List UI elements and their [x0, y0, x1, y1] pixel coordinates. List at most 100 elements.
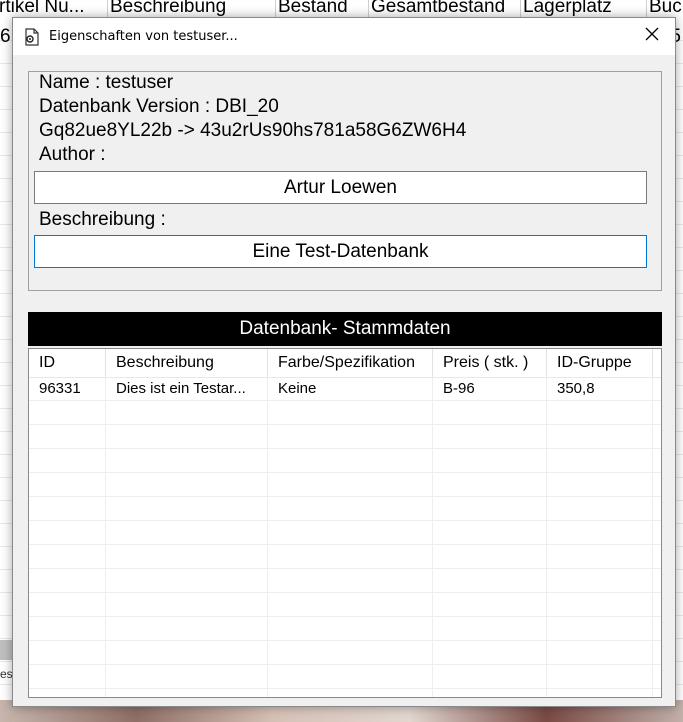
empty-cell: [29, 689, 106, 697]
column-header-id[interactable]: ID: [29, 349, 106, 377]
empty-cell: [547, 569, 653, 592]
column-header-preis[interactable]: Preis ( stk. ): [433, 349, 547, 377]
dialog-titlebar[interactable]: Eigenschaften von testuser...: [13, 18, 675, 55]
name-line: Name : testuser: [39, 72, 174, 93]
empty-cell: [29, 401, 106, 424]
empty-cell: [547, 473, 653, 496]
column-header-beschreibung[interactable]: Beschreibung: [106, 349, 268, 377]
empty-table-row: [29, 473, 661, 497]
empty-cell: [268, 689, 433, 697]
close-button[interactable]: [629, 18, 675, 55]
dialog-title: Eigenschaften von testuser...: [49, 29, 238, 44]
cell-beschreibung[interactable]: Dies ist ein Testar...: [106, 377, 268, 400]
empty-table-row: [29, 689, 661, 697]
empty-cell: [106, 641, 268, 664]
empty-cell: [29, 641, 106, 664]
empty-cell: [106, 569, 268, 592]
empty-cell: [29, 449, 106, 472]
empty-cell: [268, 665, 433, 688]
background-scrollbar[interactable]: [0, 640, 12, 660]
empty-cell: [547, 545, 653, 568]
empty-cell: [29, 569, 106, 592]
cell-id-gruppe[interactable]: 350,8: [547, 377, 653, 400]
close-icon: [645, 27, 659, 46]
empty-cell: [433, 665, 547, 688]
cell-id[interactable]: 96331: [29, 377, 106, 400]
bg-column-gesamtbestand[interactable]: Gesamtbestand: [368, 0, 505, 18]
empty-cell: [547, 593, 653, 616]
empty-cell: [106, 545, 268, 568]
properties-document-icon: [24, 28, 40, 46]
bg-column-buc[interactable]: Buc: [646, 0, 682, 18]
empty-cell: [29, 665, 106, 688]
bg-column-artikel[interactable]: rtikel Nu...: [0, 0, 85, 18]
column-header-farbe[interactable]: Farbe/Spezifikation: [268, 349, 433, 377]
empty-cell: [106, 425, 268, 448]
table-header-row: ID Beschreibung Farbe/Spezifikation Prei…: [29, 349, 661, 378]
empty-cell: [433, 545, 547, 568]
empty-cell: [29, 593, 106, 616]
empty-cell: [547, 521, 653, 544]
empty-cell: [29, 545, 106, 568]
bg-column-lagerplatz[interactable]: Lagerplatz: [520, 0, 612, 18]
empty-table-row: [29, 449, 661, 473]
version-line: Datenbank Version : DBI_20: [39, 96, 279, 117]
empty-cell: [547, 497, 653, 520]
empty-cell: [433, 641, 547, 664]
empty-table-row: [29, 545, 661, 569]
empty-cell: [106, 521, 268, 544]
empty-cell: [268, 593, 433, 616]
empty-cell: [268, 569, 433, 592]
empty-table-row: [29, 425, 661, 449]
empty-cell: [106, 689, 268, 697]
empty-cell: [547, 401, 653, 424]
empty-cell: [268, 641, 433, 664]
empty-table-row: [29, 617, 661, 641]
empty-cell: [29, 473, 106, 496]
empty-cell: [433, 569, 547, 592]
empty-cell: [433, 473, 547, 496]
empty-table-row: [29, 497, 661, 521]
cell-farbe[interactable]: Keine: [268, 377, 433, 400]
empty-cell: [106, 473, 268, 496]
cell-preis[interactable]: B-96: [433, 377, 547, 400]
description-field[interactable]: Eine Test-Datenbank: [34, 235, 647, 268]
empty-cell: [29, 497, 106, 520]
empty-cell: [268, 449, 433, 472]
empty-cell: [433, 401, 547, 424]
empty-cell: [268, 401, 433, 424]
empty-cell: [106, 449, 268, 472]
stammdaten-header: Datenbank- Stammdaten: [28, 312, 662, 346]
empty-cell: [268, 497, 433, 520]
empty-cell: [547, 449, 653, 472]
empty-cell: [547, 617, 653, 640]
empty-cell: [268, 545, 433, 568]
author-label: Author :: [39, 144, 106, 165]
database-info-group: Name : testuser Datenbank Version : DBI_…: [28, 71, 662, 291]
empty-cell: [106, 665, 268, 688]
stammdaten-table[interactable]: ID Beschreibung Farbe/Spezifikation Prei…: [28, 348, 662, 698]
empty-cell: [433, 593, 547, 616]
empty-cell: [433, 521, 547, 544]
empty-cell: [433, 617, 547, 640]
empty-cell: [433, 449, 547, 472]
empty-table-row: [29, 665, 661, 689]
empty-table-row: [29, 593, 661, 617]
bg-column-beschreibung[interactable]: Beschreibung: [107, 0, 226, 18]
empty-table-row: [29, 401, 661, 425]
empty-cell: [547, 641, 653, 664]
empty-cell: [433, 425, 547, 448]
empty-cell: [106, 497, 268, 520]
empty-cell: [29, 521, 106, 544]
empty-cell: [433, 497, 547, 520]
bg-column-bestand[interactable]: Bestand: [275, 0, 348, 18]
table-row[interactable]: 96331 Dies ist ein Testar... Keine B-96 …: [29, 377, 661, 401]
properties-dialog: Eigenschaften von testuser... Name : tes…: [12, 17, 676, 707]
empty-cell: [268, 473, 433, 496]
column-header-id-gruppe[interactable]: ID-Gruppe: [547, 349, 653, 377]
empty-cell: [106, 617, 268, 640]
empty-table-row: [29, 641, 661, 665]
empty-cell: [29, 617, 106, 640]
empty-cell: [547, 425, 653, 448]
author-field[interactable]: Artur Loewen: [34, 171, 647, 204]
